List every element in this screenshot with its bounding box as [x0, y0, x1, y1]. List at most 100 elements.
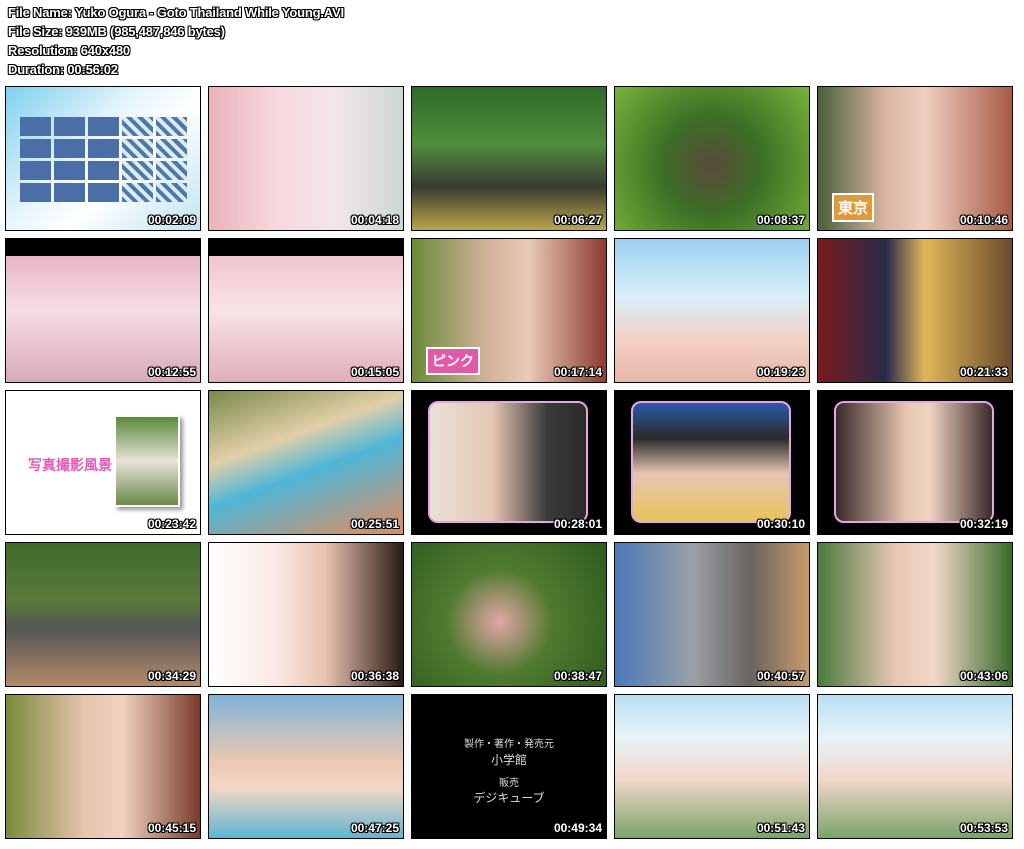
graphic-tile: [122, 161, 153, 180]
thumbnail-image: [6, 543, 200, 686]
video-thumbnail: 00:19:23: [614, 238, 810, 383]
video-thumbnail: 00:15:05: [208, 238, 404, 383]
timestamp-label: 00:10:46: [959, 213, 1008, 227]
graphic-tile: [88, 183, 119, 202]
timestamp-label: 00:04:18: [350, 213, 399, 227]
graphic-tile: [156, 161, 187, 180]
graphic-tile: [20, 117, 51, 136]
timestamp-label: 00:19:23: [756, 365, 805, 379]
video-thumbnail: 製作・著作・発売元 小学館販売デジキューブ 00:49:34: [411, 694, 607, 839]
timestamp-label: 00:45:15: [147, 821, 196, 835]
thumbnail-image: [6, 87, 200, 230]
video-thumbnail: 00:40:57: [614, 542, 810, 687]
thumbnail-image: [615, 239, 809, 382]
thumbnail-image: [6, 239, 200, 382]
timestamp-label: 00:34:29: [147, 669, 196, 683]
video-thumbnail: 00:32:19: [817, 390, 1013, 535]
graphic-tile: [88, 139, 119, 158]
timestamp-label: 00:49:34: [553, 821, 602, 835]
thumbnail-image: [209, 391, 403, 534]
timestamp-label: 00:28:01: [553, 517, 602, 531]
credit-line2: 小学館: [490, 753, 527, 767]
thumbnail-image: [209, 543, 403, 686]
timestamp-label: 00:15:05: [350, 365, 399, 379]
thumbnail-image: [6, 695, 200, 838]
video-thumbnail: 00:47:25: [208, 694, 404, 839]
timestamp-label: 00:30:10: [756, 517, 805, 531]
timestamp-label: 00:51:43: [756, 821, 805, 835]
video-thumbnail: 00:43:06: [817, 542, 1013, 687]
video-thumbnail: 00:34:29: [5, 542, 201, 687]
file-info-header: File Name: Yuko Ogura - Goto Thailand Wh…: [8, 3, 708, 79]
thumbnail-image: [209, 695, 403, 838]
resolution-label: Resolution: 640x480: [8, 43, 130, 58]
timestamp-label: 00:06:27: [553, 213, 602, 227]
video-thumbnail: 写真撮影風景 00:23:42: [5, 390, 201, 535]
video-thumbnail: 00:30:10: [614, 390, 810, 535]
video-thumbnail: 00:06:27: [411, 86, 607, 231]
thumbnail-image: [615, 87, 809, 230]
photo-shoot-caption: 写真撮影風景: [28, 458, 112, 474]
thumbnail-image: [818, 695, 1012, 838]
timestamp-label: 00:38:47: [553, 669, 602, 683]
graphic-tile: [156, 117, 187, 136]
video-thumbnail: 00:36:38: [208, 542, 404, 687]
pink-caption: ピンク: [426, 347, 480, 375]
video-thumbnail: 00:51:43: [614, 694, 810, 839]
graphic-tile: [20, 183, 51, 202]
graphic-tile: [122, 183, 153, 202]
video-thumbnail: 00:08:37: [614, 86, 810, 231]
graphic-tile: [20, 139, 51, 158]
framed-inset: [428, 401, 588, 523]
graphic-tile: [122, 139, 153, 158]
timestamp-label: 00:47:25: [350, 821, 399, 835]
thumbnail-image: [412, 543, 606, 686]
graphic-tile: [54, 183, 85, 202]
video-thumbnail: 00:45:15: [5, 694, 201, 839]
graphic-tile: [156, 183, 187, 202]
timestamp-label: 00:32:19: [959, 517, 1008, 531]
thumbnail-image: [209, 239, 403, 382]
file-name-label: File Name: Yuko Ogura - Goto Thailand Wh…: [8, 5, 344, 20]
video-thumbnail: 00:21:33: [817, 238, 1013, 383]
credit-line4: デジキューブ: [473, 791, 545, 805]
video-thumbnail: 00:02:09: [5, 86, 201, 231]
video-thumbnail: 00:04:18: [208, 86, 404, 231]
graphic-tile: [88, 117, 119, 136]
video-thumbnail: 00:53:53: [817, 694, 1013, 839]
timestamp-label: 00:02:09: [147, 213, 196, 227]
thumbnail-image: [818, 239, 1012, 382]
video-thumbnail: 00:25:51: [208, 390, 404, 535]
tokyo-caption: 東京: [832, 193, 875, 222]
thumbnail-image: [818, 543, 1012, 686]
video-thumbnail: 00:38:47: [411, 542, 607, 687]
thumbnail-image: [615, 695, 809, 838]
thumbnail-image: [209, 87, 403, 230]
thumbnail-grid: 00:02:09 00:04:18 00:06:27 00:08:37 東京 00:10:…: [5, 86, 1017, 842]
timestamp-label: 00:53:53: [959, 821, 1008, 835]
timestamp-label: 00:40:57: [756, 669, 805, 683]
graphic-tile: [20, 161, 51, 180]
duration-label: Duration: 00:56:02: [8, 62, 118, 77]
credit-line3: 販売: [499, 778, 519, 789]
graphic-tile: [54, 117, 85, 136]
timestamp-label: 00:43:06: [959, 669, 1008, 683]
timestamp-label: 00:12:55: [147, 365, 196, 379]
framed-inset: [834, 401, 994, 523]
timestamp-label: 00:36:38: [350, 669, 399, 683]
video-thumbnail: ピンク 00:17:14: [411, 238, 607, 383]
timestamp-label: 00:25:51: [350, 517, 399, 531]
graphic-tile: [156, 139, 187, 158]
timestamp-label: 00:23:42: [147, 517, 196, 531]
timestamp-label: 00:17:14: [553, 365, 602, 379]
timestamp-label: 00:21:33: [959, 365, 1008, 379]
graphic-tile: [88, 161, 119, 180]
video-thumbnail: 東京 00:10:46: [817, 86, 1013, 231]
graphic-tile: [54, 161, 85, 180]
graphic-tile: [54, 139, 85, 158]
video-thumbnail: 00:12:55: [5, 238, 201, 383]
thumbnail-image: [412, 87, 606, 230]
credit-line1: 製作・著作・発売元: [464, 739, 554, 750]
thumbnail-image: [615, 543, 809, 686]
file-size-label: File Size: 939MB (985,487,846 bytes): [8, 24, 225, 39]
